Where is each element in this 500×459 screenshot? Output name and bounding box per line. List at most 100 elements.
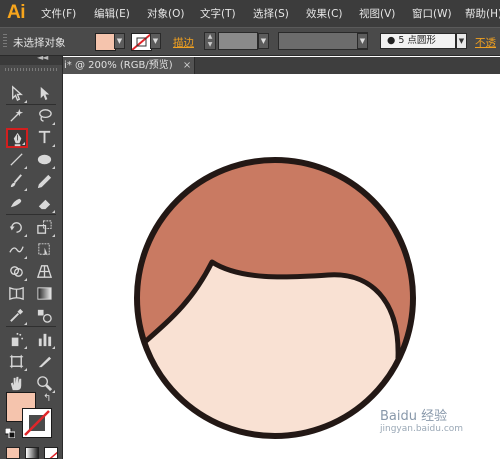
free-transform-tool-icon-glyph	[38, 243, 50, 257]
brush-dropdown[interactable]: ▼	[456, 33, 467, 49]
tool-flyout-indicator	[52, 166, 55, 169]
pen-tool-icon[interactable]	[6, 128, 28, 148]
tool-flyout-indicator	[24, 188, 27, 191]
column-graph-tool-icon[interactable]	[34, 330, 56, 350]
gradient-tool-icon-glyph	[37, 287, 52, 300]
slice-tool-icon-glyph	[38, 356, 52, 368]
tool-flyout-indicator	[52, 144, 55, 147]
type-tool-icon-glyph	[38, 130, 51, 144]
warp-tool-icon[interactable]	[6, 240, 28, 260]
stroke-weight-dropdown[interactable]: ▼	[258, 33, 269, 49]
stroke-panel-link[interactable]: 描边	[173, 35, 194, 50]
ellipse-tool-icon-glyph	[37, 154, 52, 165]
symbol-sprayer-tool-icon[interactable]	[6, 330, 28, 350]
column-graph-tool-icon-glyph	[38, 333, 52, 347]
hand-tool-icon-glyph	[10, 376, 22, 391]
tool-flyout-indicator	[24, 256, 27, 259]
hand-tool-icon[interactable]	[6, 374, 28, 394]
opacity-panel-link[interactable]: 不透	[475, 35, 496, 50]
lasso-tool-icon-glyph	[39, 109, 52, 122]
tool-flyout-indicator	[52, 210, 55, 213]
tool-group-separator	[6, 214, 56, 215]
perspective-grid-tool-icon-glyph	[36, 265, 53, 278]
artboard-tool-icon[interactable]	[6, 352, 28, 372]
menu-object[interactable]: 对象(O)	[147, 6, 184, 21]
blend-tool-icon[interactable]	[34, 306, 56, 326]
tool-flyout-indicator	[24, 100, 27, 103]
blob-brush-tool-icon-glyph	[10, 198, 22, 208]
perspective-grid-tool-icon[interactable]	[34, 262, 56, 282]
scale-tool-icon[interactable]	[34, 218, 56, 238]
close-tab-icon[interactable]: ×	[183, 60, 191, 71]
gradient-mode-button[interactable]	[25, 447, 39, 459]
shape-builder-tool-icon[interactable]	[6, 262, 28, 282]
blend-tool-icon-glyph	[37, 309, 52, 323]
menu-bar: Ai 文件(F) 编辑(E) 对象(O) 文字(T) 选择(S) 效果(C) 视…	[0, 0, 500, 27]
control-bar-grip[interactable]	[3, 34, 7, 48]
stroke-weight-field[interactable]	[218, 32, 258, 50]
menu-file[interactable]: 文件(F)	[41, 6, 76, 21]
menu-edit[interactable]: 编辑(E)	[94, 6, 130, 21]
color-mode-button[interactable]	[6, 447, 20, 459]
tool-flyout-indicator	[52, 390, 55, 393]
app-logo: Ai	[7, 2, 26, 23]
stroke-color-swatch[interactable]	[131, 33, 152, 51]
menu-window[interactable]: 窗口(W)	[412, 6, 452, 21]
eraser-tool-icon-glyph	[38, 199, 51, 210]
default-fill-stroke-icon[interactable]	[5, 428, 15, 438]
magic-wand-tool-icon-glyph	[10, 108, 24, 122]
selection-status: 未选择对象	[13, 37, 66, 49]
document-title: i* @ 200% (RGB/预览)	[64, 60, 173, 71]
swap-fill-stroke-icon[interactable]: ↰	[43, 393, 51, 404]
paintbrush-tool-icon[interactable]	[6, 172, 28, 192]
line-segment-tool-icon[interactable]	[6, 150, 28, 170]
none-stroke-icon	[132, 34, 151, 50]
tool-flyout-indicator	[24, 322, 27, 325]
variable-width-profile[interactable]	[278, 32, 368, 50]
pencil-tool-icon[interactable]	[34, 172, 56, 192]
fill-dropdown-arrow[interactable]: ▼	[114, 33, 125, 49]
watermark-logo: Baidu 经验	[380, 409, 448, 424]
line-segment-tool-icon-glyph	[10, 153, 23, 166]
blob-brush-tool-icon[interactable]	[6, 194, 28, 214]
brush-definition-field[interactable]: ● 5 点圆形	[380, 33, 456, 49]
gradient-tool-icon[interactable]	[34, 284, 56, 304]
stroke-weight-stepper[interactable]: ▲ ▼	[204, 32, 216, 50]
document-tab[interactable]: i* @ 200% (RGB/预览) ×	[58, 57, 195, 74]
slice-tool-icon[interactable]	[34, 352, 56, 372]
pen-tool-icon-glyph	[13, 132, 22, 147]
lasso-tool-icon[interactable]	[34, 106, 56, 126]
eyedropper-tool-icon[interactable]	[6, 306, 28, 326]
eraser-tool-icon[interactable]	[34, 194, 56, 214]
tool-flyout-indicator	[22, 142, 25, 145]
zoom-tool-icon[interactable]	[34, 374, 56, 394]
shape-builder-tool-icon-glyph	[10, 266, 23, 277]
menu-view[interactable]: 视图(V)	[359, 6, 395, 21]
type-tool-icon[interactable]	[34, 128, 56, 148]
tool-flyout-indicator	[52, 122, 55, 125]
menu-effect[interactable]: 效果(C)	[306, 6, 343, 21]
collapse-panel-icon[interactable]: ◄◄	[37, 53, 48, 62]
watermark-url: jingyan.baidu.com	[380, 424, 464, 434]
menu-select[interactable]: 选择(S)	[253, 6, 289, 21]
stroke-color-box[interactable]	[22, 408, 52, 438]
tool-flyout-indicator	[24, 234, 27, 237]
profile-dropdown[interactable]: ▼	[357, 33, 368, 49]
symbol-sprayer-tool-icon-glyph	[11, 332, 24, 347]
stroke-dropdown-arrow[interactable]: ▼	[150, 33, 161, 49]
tools-panel-grip[interactable]	[5, 68, 57, 71]
direct-selection-tool-icon[interactable]	[34, 84, 56, 104]
free-transform-tool-icon[interactable]	[34, 240, 56, 260]
selection-tool-icon[interactable]	[6, 84, 28, 104]
ellipse-tool-icon[interactable]	[34, 150, 56, 170]
magic-wand-tool-icon[interactable]	[6, 106, 28, 126]
menu-type[interactable]: 文字(T)	[200, 6, 236, 21]
menu-help[interactable]: 帮助(H)	[465, 6, 500, 21]
none-mode-button[interactable]	[44, 447, 58, 459]
rotate-tool-icon-glyph	[9, 222, 22, 233]
tab-strip	[195, 57, 500, 74]
tool-flyout-indicator	[52, 234, 55, 237]
fill-color-swatch[interactable]	[95, 33, 116, 51]
mesh-tool-icon[interactable]	[6, 284, 28, 304]
rotate-tool-icon[interactable]	[6, 218, 28, 238]
